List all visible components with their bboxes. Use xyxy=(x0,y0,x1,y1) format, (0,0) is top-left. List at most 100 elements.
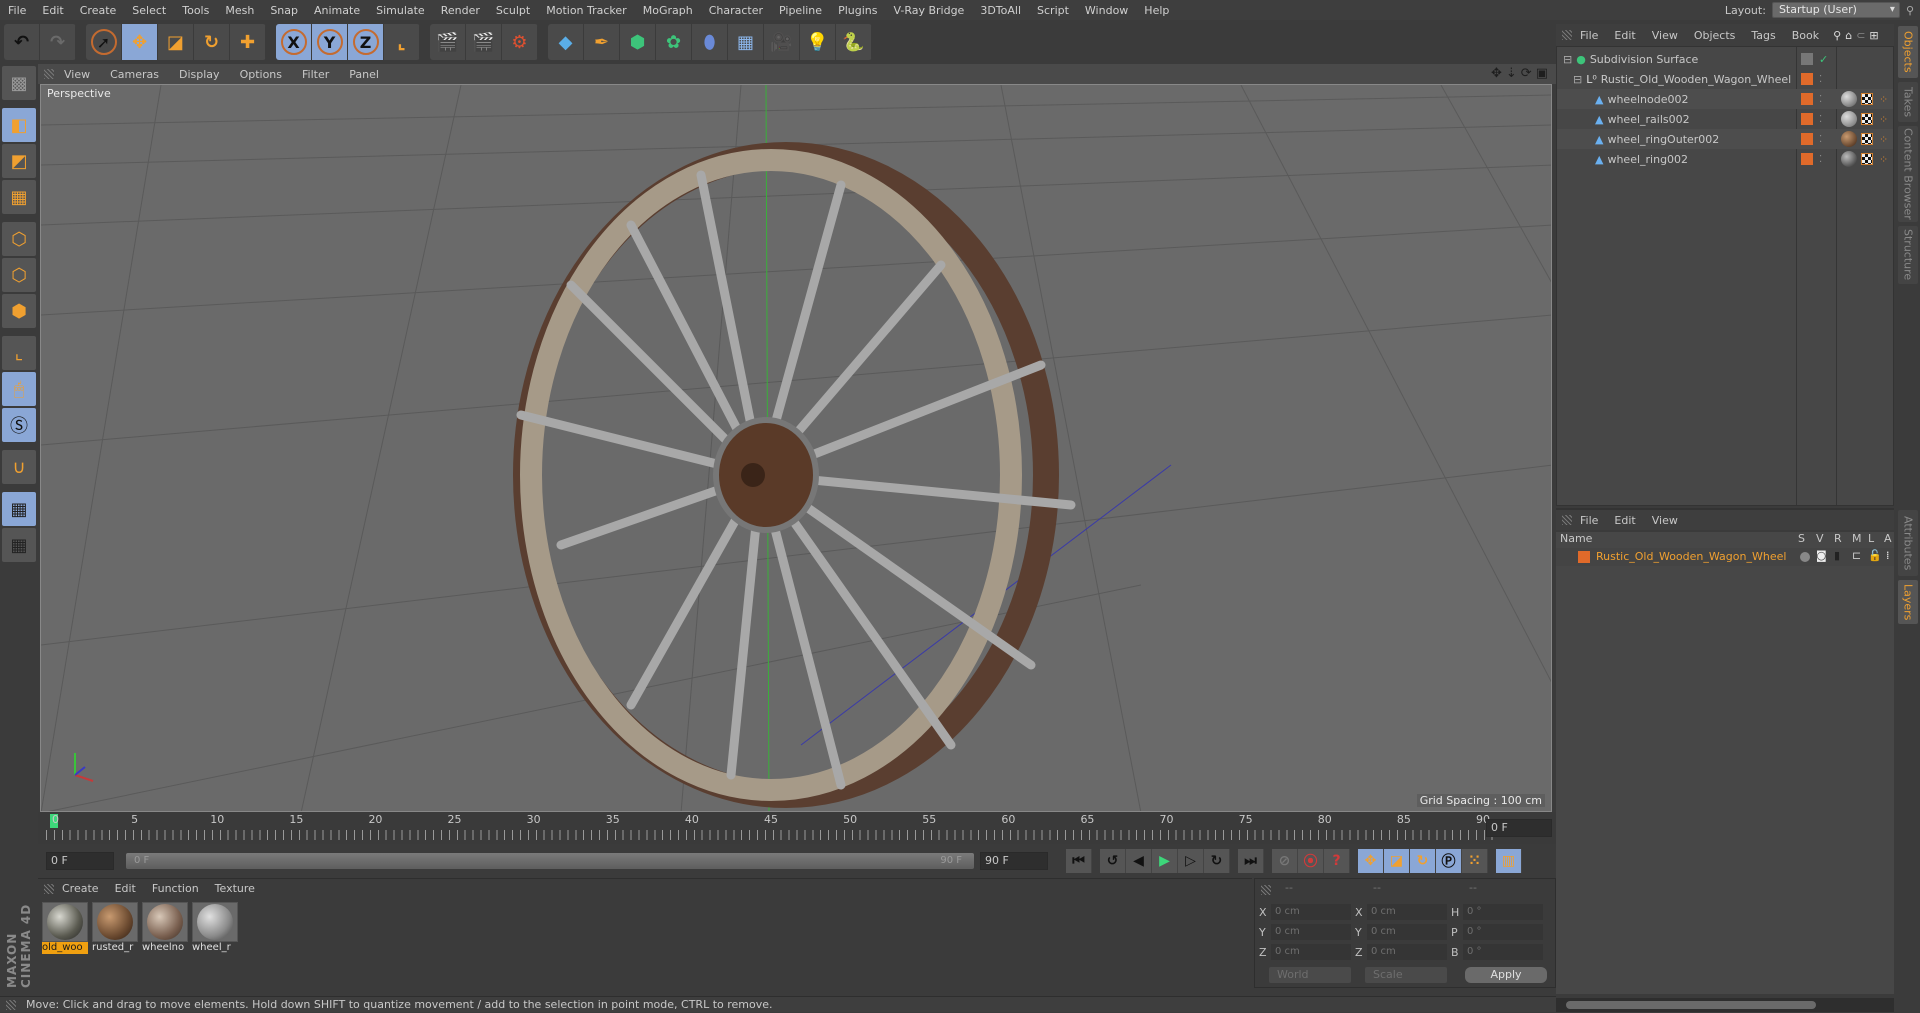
visibility-dots[interactable]: ⁚ xyxy=(1819,154,1822,165)
orbit-icon[interactable]: ⟳ xyxy=(1521,66,1532,81)
rot-b-field[interactable]: 0 ° xyxy=(1463,944,1543,960)
z-axis-toggle[interactable]: Z xyxy=(348,24,384,60)
object-row[interactable]: ▲ wheel_ringOuter002 ⁚ ⁘ xyxy=(1557,129,1893,149)
floor-icon[interactable]: ▦ xyxy=(728,24,764,60)
key-pla-icon[interactable]: ⁙ xyxy=(1462,849,1488,873)
viewport-menu-display[interactable]: Display xyxy=(169,68,230,81)
menu-file[interactable]: File xyxy=(0,4,34,17)
solo-mode-icon[interactable]: Ⓢ xyxy=(2,408,36,442)
horizontal-scrollbar[interactable] xyxy=(1556,998,1894,1012)
material-menu-create[interactable]: Create xyxy=(54,882,107,895)
render-picture-viewer-icon[interactable]: 🎬 xyxy=(466,24,502,60)
layer-row[interactable]: Rustic_Old_Wooden_Wagon_Wheel ◙ ▮ ⊏ 🔓 ⁞ xyxy=(1556,548,1894,566)
texture-mode-icon[interactable]: ◩ xyxy=(2,144,36,178)
uvw-tag-icon[interactable] xyxy=(1861,93,1873,105)
key-scale-icon[interactable]: ◪ xyxy=(1384,849,1410,873)
menu-help[interactable]: Help xyxy=(1136,4,1177,17)
pos-z-field[interactable]: 0 cm xyxy=(1271,944,1351,960)
python-icon[interactable]: 🐍 xyxy=(836,24,872,60)
tab-attributes[interactable]: Attributes xyxy=(1898,510,1918,576)
light-icon[interactable]: 💡 xyxy=(800,24,836,60)
visibility-dots[interactable]: ⁚ xyxy=(1819,94,1822,105)
view-toggle-icon[interactable]: ◙ xyxy=(1816,549,1827,562)
viewport-menu-filter[interactable]: Filter xyxy=(292,68,339,81)
autokey-icon[interactable]: ? xyxy=(1324,849,1350,873)
coordinate-system-dropdown[interactable]: World xyxy=(1269,967,1351,983)
undo-icon[interactable]: ↶ xyxy=(4,24,40,60)
phong-tag-icon[interactable]: ⁘ xyxy=(1879,113,1888,126)
key-position-icon[interactable]: ✥ xyxy=(1358,849,1384,873)
preview-range-slider[interactable]: 0 F 90 F xyxy=(126,853,974,869)
menu-simulate[interactable]: Simulate xyxy=(368,4,433,17)
phong-tag-icon[interactable]: ⁘ xyxy=(1879,153,1888,166)
collapse-icon[interactable]: ⊟ xyxy=(1573,73,1582,86)
material-tag-icon[interactable] xyxy=(1841,111,1857,127)
menu-pipeline[interactable]: Pipeline xyxy=(771,4,830,17)
menu-create[interactable]: Create xyxy=(72,4,125,17)
collapse-icon[interactable]: ⊟ xyxy=(1563,53,1572,66)
redo-icon[interactable]: ↷ xyxy=(40,24,76,60)
go-to-end-icon[interactable]: ⏭ xyxy=(1238,849,1264,873)
polygons-mode-icon[interactable]: ⬢ xyxy=(2,294,36,328)
y-axis-toggle[interactable]: Y xyxy=(312,24,348,60)
previous-frame-icon[interactable]: ◀ xyxy=(1126,849,1152,873)
cloner-icon[interactable]: ✿ xyxy=(656,24,692,60)
sculpt-mode-icon[interactable]: ▩ xyxy=(2,66,36,100)
layer-color-tag[interactable] xyxy=(1801,113,1813,125)
solo-toggle[interactable] xyxy=(1800,552,1810,562)
viewport-menu-cameras[interactable]: Cameras xyxy=(100,68,169,81)
search-icon[interactable]: ⚲ xyxy=(1906,4,1914,17)
visibility-dots[interactable]: ⁚ xyxy=(1819,134,1822,145)
points-mode-icon[interactable]: ⬡ xyxy=(2,222,36,256)
phong-tag-icon[interactable]: ⁘ xyxy=(1879,133,1888,146)
object-row[interactable]: ▲ wheel_ring002 ⁚ ⁘ xyxy=(1557,149,1893,169)
layer-menu-view[interactable]: View xyxy=(1644,514,1686,527)
object-menu-objects[interactable]: Objects xyxy=(1686,29,1744,42)
material-tag-icon[interactable] xyxy=(1841,91,1857,107)
phong-tag-icon[interactable]: ⁘ xyxy=(1879,93,1888,106)
grip-handle[interactable] xyxy=(44,883,54,894)
visibility-dots[interactable]: ⁚ xyxy=(1819,74,1822,85)
layer-color-swatch[interactable] xyxy=(1578,551,1590,563)
object-row[interactable]: ⊟ ● Subdivision Surface ✓ xyxy=(1557,49,1893,69)
key-rotation-icon[interactable]: ↻ xyxy=(1410,849,1436,873)
menu-snap[interactable]: Snap xyxy=(262,4,306,17)
object-row[interactable]: ⊟ L⁰ Rustic_Old_Wooden_Wagon_Wheel ⁚ xyxy=(1557,69,1893,89)
size-x-field[interactable]: 0 cm xyxy=(1367,904,1447,920)
layer-name[interactable]: Rustic_Old_Wooden_Wagon_Wheel xyxy=(1596,550,1786,563)
go-to-start-icon[interactable]: ⏮ xyxy=(1066,849,1092,873)
grip-handle[interactable] xyxy=(1562,30,1572,40)
tab-content-browser[interactable]: Content Browser xyxy=(1898,126,1918,222)
next-frame-icon[interactable]: ▷ xyxy=(1178,849,1204,873)
menu-window[interactable]: Window xyxy=(1077,4,1136,17)
move-icon[interactable]: ✥ xyxy=(122,24,158,60)
viewport-menu-view[interactable]: View xyxy=(54,68,100,81)
grip-handle[interactable] xyxy=(44,69,54,79)
object-row[interactable]: ▲ wheel_rails002 ⁚ ⁘ xyxy=(1557,109,1893,129)
world-coordinates-icon[interactable]: ⌞ xyxy=(384,24,420,60)
object-row[interactable]: ▲ wheelnode002 ⁚ ⁘ xyxy=(1557,89,1893,109)
menu-select[interactable]: Select xyxy=(124,4,174,17)
subdivision-icon[interactable]: ⬢ xyxy=(620,24,656,60)
model-mode-icon[interactable]: ◧ xyxy=(2,108,36,142)
material-item[interactable]: wheelno xyxy=(142,902,188,954)
dolly-icon[interactable]: ⇣ xyxy=(1506,66,1517,81)
grip-handle[interactable] xyxy=(1261,885,1271,895)
render-toggle-icon[interactable]: ▮ xyxy=(1834,549,1840,562)
tab-layers[interactable]: Layers xyxy=(1898,580,1918,624)
menu-sculpt[interactable]: Sculpt xyxy=(488,4,538,17)
grip-handle[interactable] xyxy=(1562,515,1572,525)
enabled-check-icon[interactable]: ✓ xyxy=(1819,53,1828,66)
rot-p-field[interactable]: 0 ° xyxy=(1463,924,1543,940)
pos-y-field[interactable]: 0 cm xyxy=(1271,924,1351,940)
maximize-view-icon[interactable]: ▣ xyxy=(1536,66,1548,81)
material-item[interactable]: rusted_r xyxy=(92,902,138,954)
menu-character[interactable]: Character xyxy=(701,4,771,17)
menu-edit[interactable]: Edit xyxy=(34,4,71,17)
previous-key-icon[interactable]: ↺ xyxy=(1100,849,1126,873)
layer-menu-file[interactable]: File xyxy=(1572,514,1606,527)
start-frame-field[interactable]: 0 F xyxy=(46,852,114,870)
menu-tools[interactable]: Tools xyxy=(174,4,217,17)
lock-toggle-icon[interactable]: 🔓 xyxy=(1868,549,1882,562)
deformer-icon[interactable]: ⬮ xyxy=(692,24,728,60)
